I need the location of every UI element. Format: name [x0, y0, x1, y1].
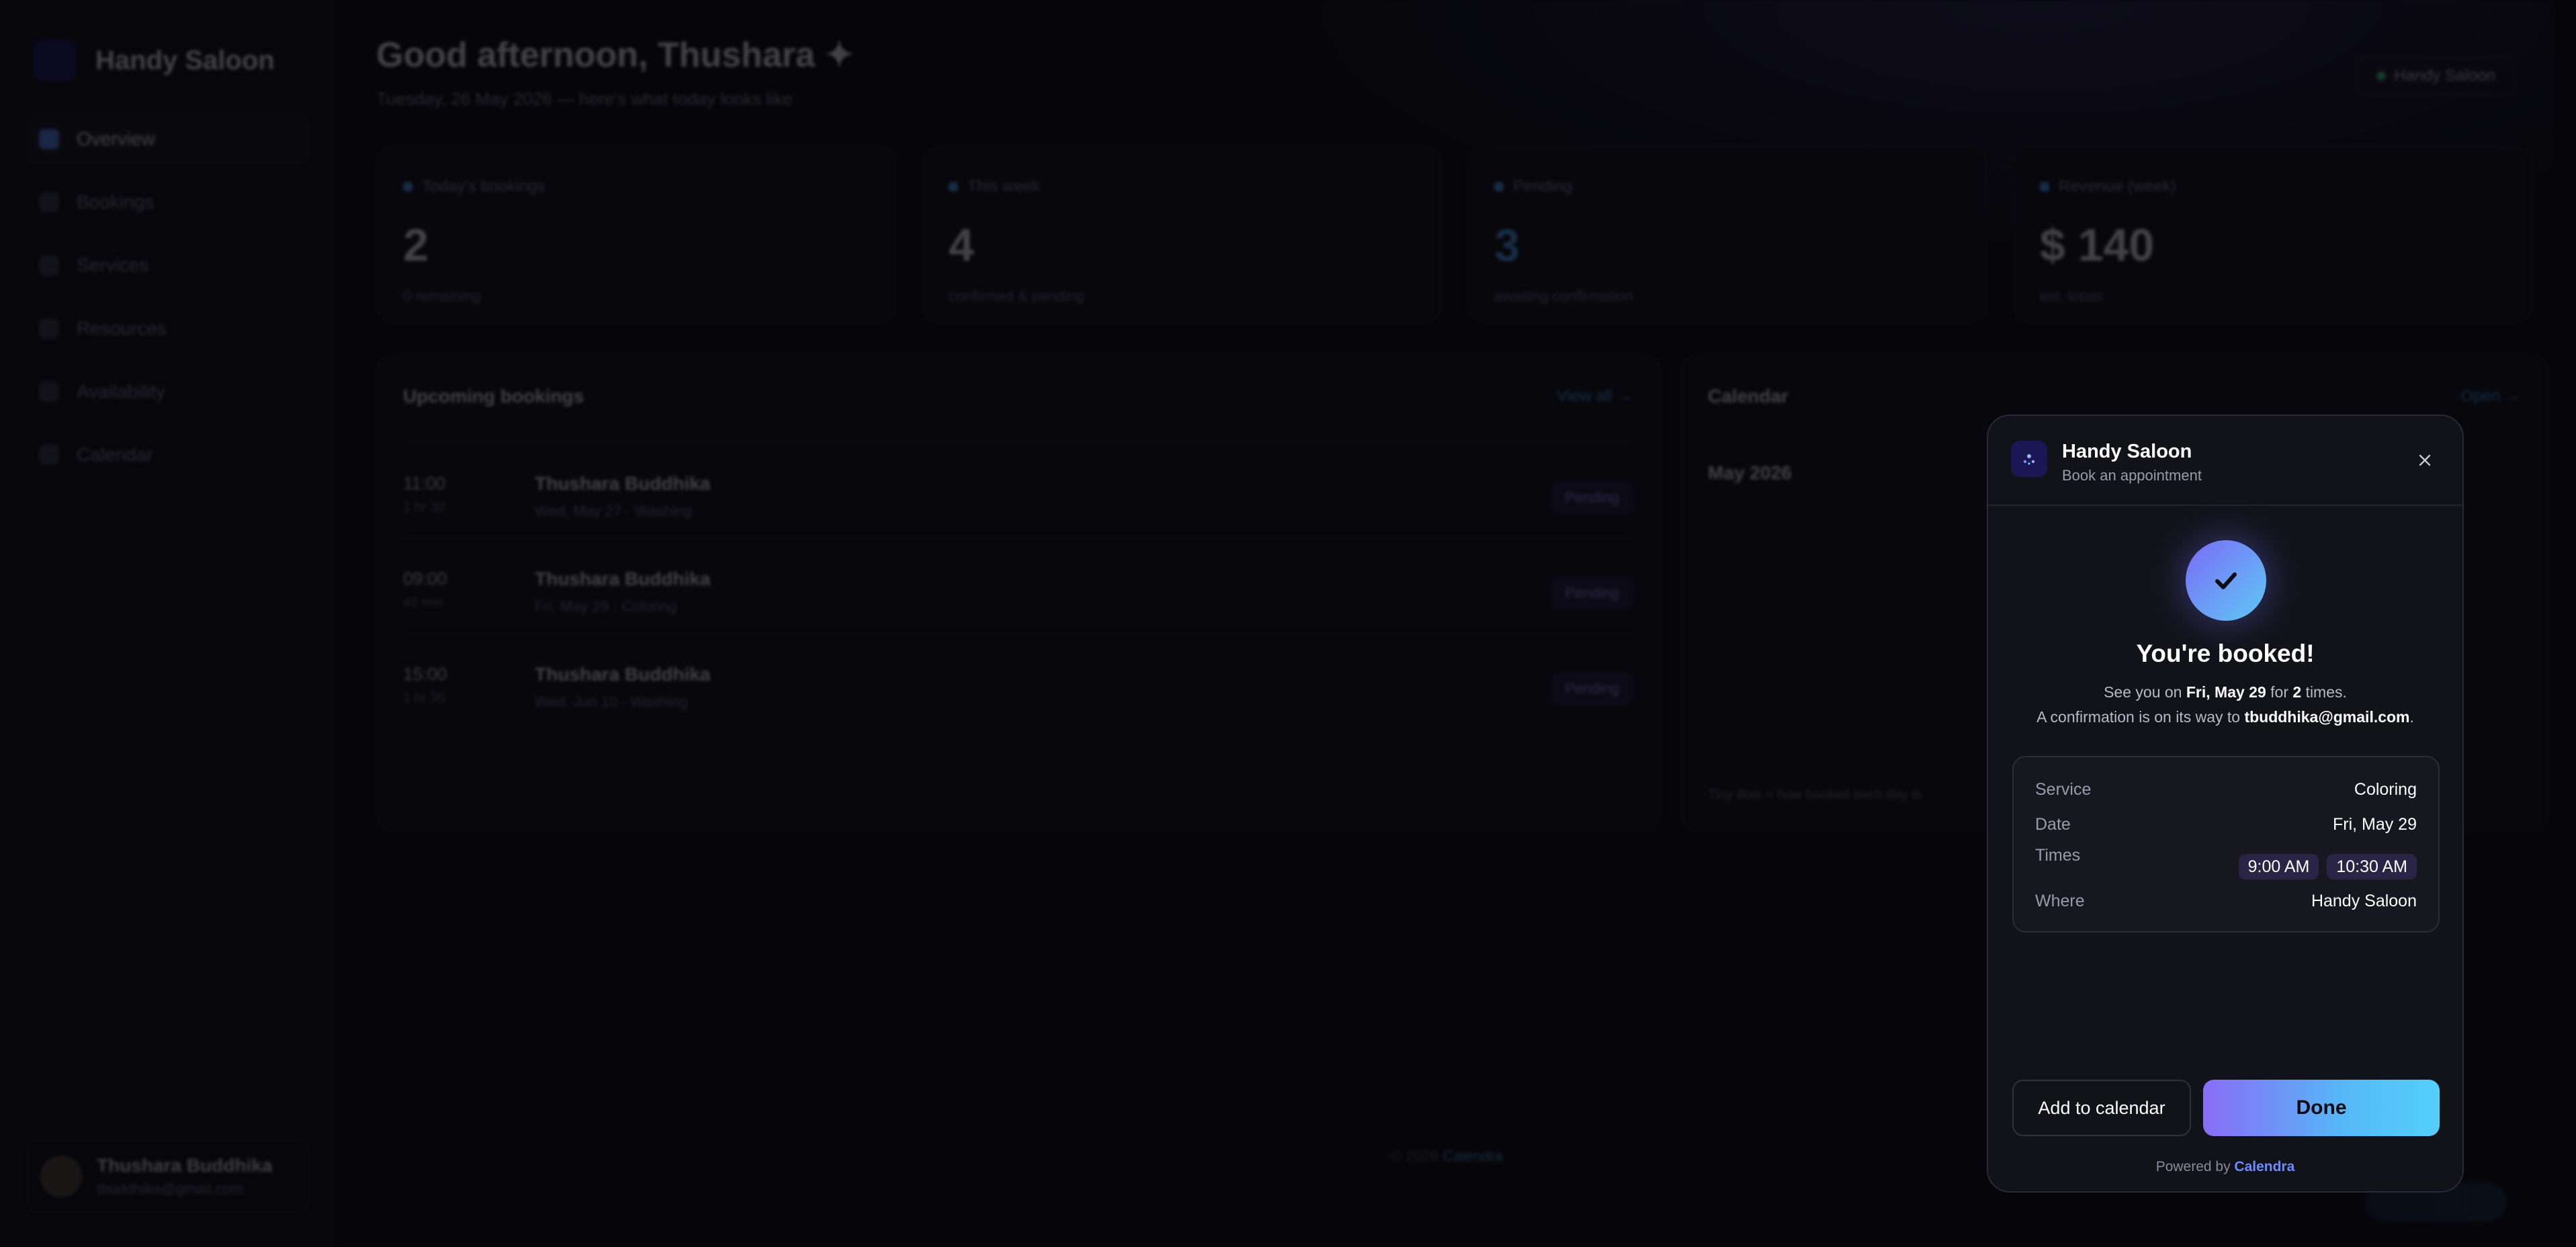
summary-text: times.	[2301, 683, 2347, 701]
detail-value: Fri, May 29	[2332, 815, 2417, 834]
add-to-calendar-button[interactable]: Add to calendar	[2012, 1080, 2191, 1136]
check-icon	[2186, 540, 2266, 621]
email-note-text: A confirmation is on its way to	[2036, 708, 2245, 726]
modal-subtitle: Book an appointment	[2062, 467, 2202, 484]
summary-date: Fri, May 29	[2186, 683, 2266, 701]
email-note-text: .	[2409, 708, 2414, 726]
close-icon[interactable]	[2413, 448, 2437, 472]
confirmation-heading: You're booked!	[2136, 640, 2315, 667]
confirmation-summary: See you on Fri, May 29 for 2 times.	[1988, 683, 2462, 701]
modal-shop-name: Handy Saloon	[2062, 441, 2192, 462]
confirmation-email: tbuddhika@gmail.com	[2244, 708, 2410, 726]
detail-label: Service	[2035, 780, 2092, 799]
detail-row-service: Service Coloring	[2035, 780, 2417, 800]
confirmation-email-note: A confirmation is on its way to tbuddhik…	[1988, 708, 2462, 726]
powered-by: Powered by Calendra	[1988, 1159, 2462, 1175]
time-chip: 9:00 AM	[2238, 854, 2319, 879]
time-chip: 10:30 AM	[2327, 854, 2417, 879]
shop-logo-icon	[2011, 441, 2047, 477]
booking-confirmation-modal: Handy Saloon Book an appointment You're …	[1987, 415, 2464, 1193]
summary-count: 2	[2292, 683, 2302, 701]
done-button[interactable]: Done	[2203, 1080, 2440, 1136]
detail-row-times: Times 9:00 AM 10:30 AM	[2035, 846, 2417, 879]
detail-label: Times	[2035, 846, 2081, 865]
detail-label: Where	[2035, 892, 2085, 910]
detail-label: Date	[2035, 815, 2071, 834]
modal-header: Handy Saloon Book an appointment	[1988, 416, 2462, 506]
powered-by-link[interactable]: Calendra	[2234, 1159, 2294, 1174]
booking-details-card: Service Coloring Date Fri, May 29 Times …	[2012, 756, 2440, 933]
time-chips: 9:00 AM 10:30 AM	[2238, 854, 2417, 879]
summary-text: for	[2266, 683, 2293, 701]
summary-text: See you on	[2104, 683, 2186, 701]
detail-row-where: Where Handy Saloon	[2035, 892, 2417, 911]
detail-row-date: Date Fri, May 29	[2035, 815, 2417, 834]
powered-by-text: Powered by	[2155, 1159, 2235, 1174]
detail-value: Coloring	[2354, 780, 2417, 799]
detail-value: Handy Saloon	[2311, 892, 2417, 910]
